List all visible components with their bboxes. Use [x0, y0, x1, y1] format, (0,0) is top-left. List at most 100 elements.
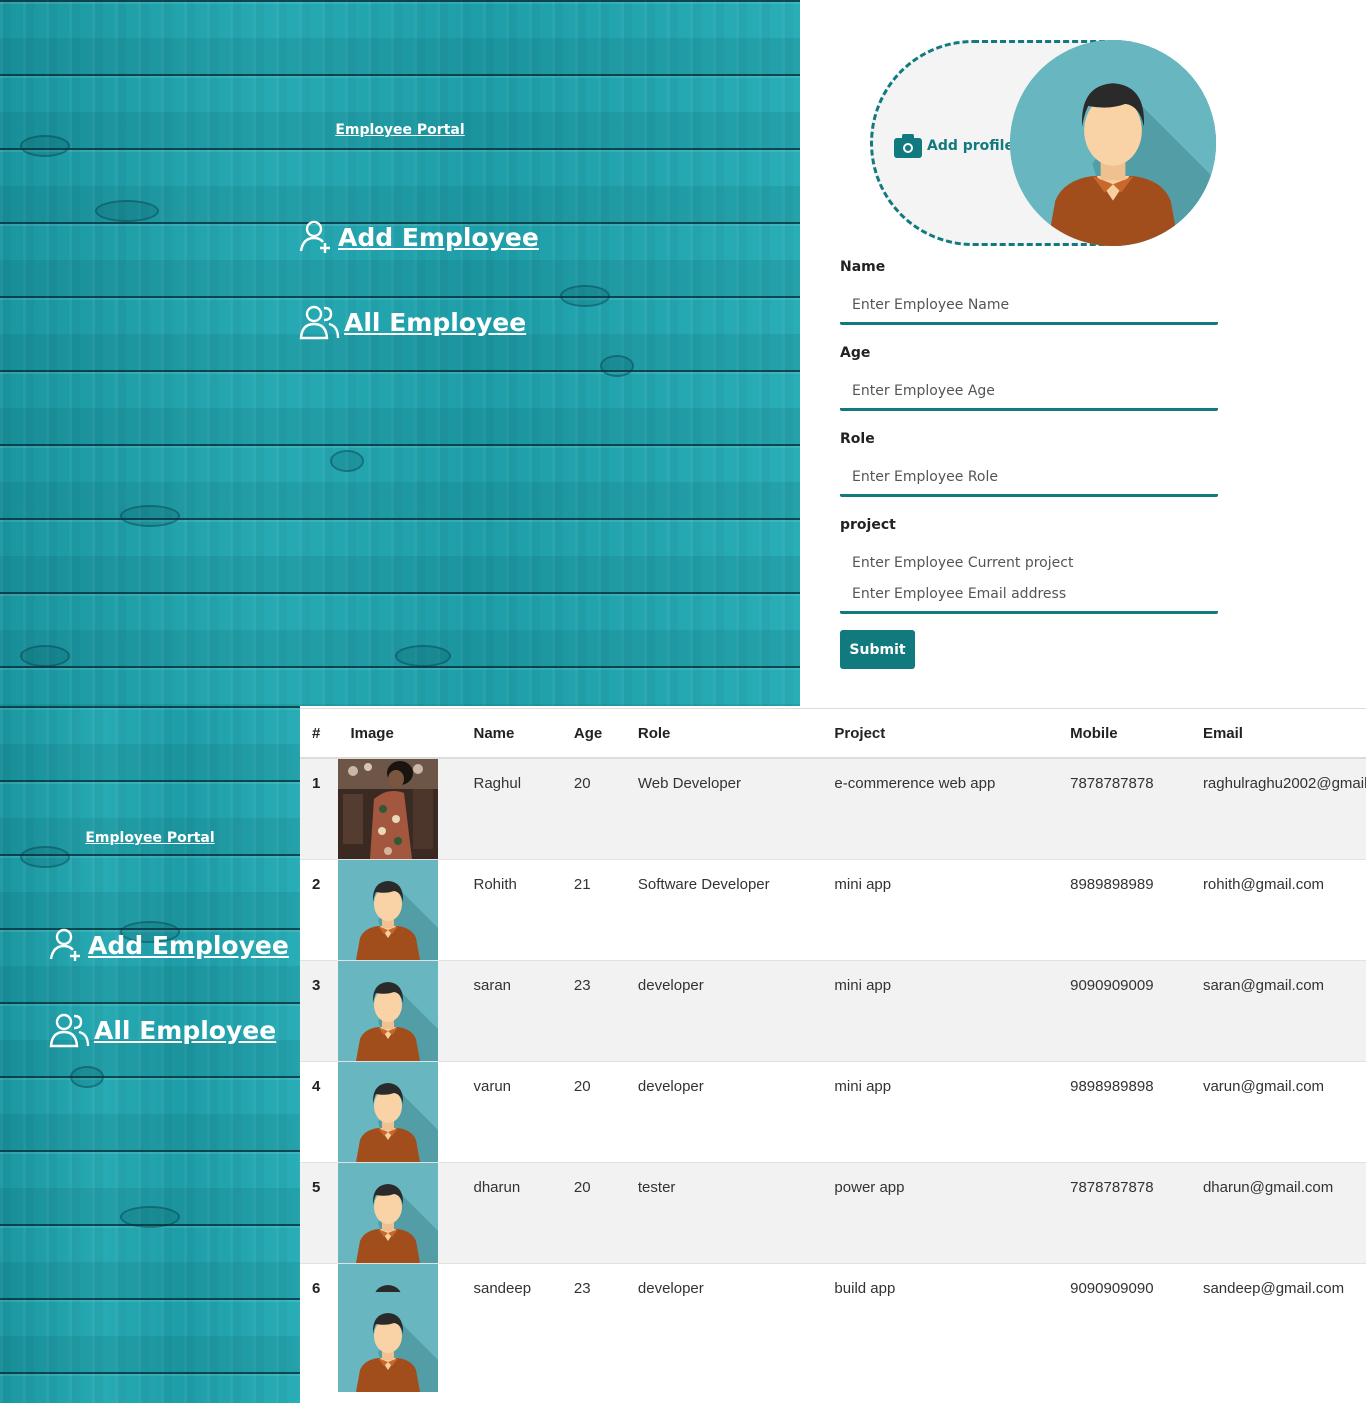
- row-role: tester: [625, 1162, 823, 1264]
- row-num: 3: [300, 960, 339, 1062]
- row-role: Web Developer: [625, 757, 823, 860]
- wood-knot: [600, 355, 634, 377]
- users-icon: [49, 1013, 90, 1048]
- add-profile-label: Add profile: [927, 138, 1014, 154]
- row-email: rohith@gmail.com: [1190, 859, 1366, 961]
- row-age: 20: [561, 757, 626, 860]
- row-name: varun: [461, 1061, 562, 1163]
- wood-knot: [20, 135, 70, 157]
- row-project: mini app: [822, 960, 1059, 1062]
- sidebar-item-all-employee[interactable]: All Employee: [48, 1010, 276, 1050]
- wood-knot: [120, 505, 180, 527]
- email-input[interactable]: [840, 576, 1218, 614]
- row-project: e-commerence web app: [822, 757, 1059, 860]
- col-header-name: Name: [461, 709, 562, 759]
- name-input[interactable]: [840, 287, 1218, 325]
- role-input[interactable]: [840, 459, 1218, 497]
- row-project: build app: [822, 1263, 1059, 1392]
- row-num: 1: [300, 757, 339, 860]
- project-label: project: [840, 517, 896, 533]
- col-header-mobile: Mobile: [1058, 709, 1191, 759]
- sidebar-item-all-employee[interactable]: All Employee: [298, 302, 526, 342]
- row-mobile: 9090909009: [1058, 960, 1191, 1062]
- row-name: Raghul: [461, 757, 562, 860]
- row-email: sandeep@gmail.com: [1190, 1263, 1366, 1392]
- row-age: 21: [561, 859, 626, 961]
- avatar: [338, 1062, 438, 1162]
- sidebar-item-add-employee[interactable]: Add Employee: [48, 926, 289, 964]
- row-image: [338, 859, 462, 961]
- camera-icon: [894, 134, 922, 158]
- row-mobile: 8989898989: [1058, 859, 1191, 961]
- sidebar-item-add-employee[interactable]: Add Employee: [298, 218, 539, 256]
- wood-knot: [560, 285, 610, 307]
- name-label: Name: [840, 259, 886, 275]
- table-row: 3 saran 23 developer mini app 9090909009…: [300, 960, 1366, 1062]
- row-age: 20: [561, 1061, 626, 1163]
- avatar: [338, 1163, 438, 1263]
- wood-knot: [330, 450, 364, 472]
- row-name: Rohith: [461, 859, 562, 961]
- row-image: [338, 960, 462, 1062]
- col-header-email: Email: [1190, 709, 1366, 759]
- row-name: sandeep: [461, 1263, 562, 1392]
- row-num: 2: [300, 859, 339, 961]
- table-row: 5 dharun 20 tester power app 7878787878 …: [300, 1162, 1366, 1264]
- wood-knot: [20, 846, 70, 868]
- employee-photo: [338, 759, 439, 859]
- project-input[interactable]: [840, 550, 1218, 576]
- profile-upload-area[interactable]: Add profile: [870, 40, 1216, 246]
- row-role: developer: [625, 960, 823, 1062]
- profile-avatar: [1010, 40, 1216, 246]
- row-name: dharun: [461, 1162, 562, 1264]
- age-label: Age: [840, 345, 871, 361]
- portal-link[interactable]: Employee Portal: [50, 830, 250, 846]
- role-label: Role: [840, 431, 875, 447]
- row-num: 6: [300, 1263, 339, 1392]
- row-project: mini app: [822, 1061, 1059, 1163]
- row-project: power app: [822, 1162, 1059, 1264]
- table-row: 2 Rohith 21 Software Developer mini app …: [300, 859, 1366, 961]
- row-image: [338, 1263, 462, 1392]
- row-role: developer: [625, 1263, 823, 1392]
- wood-knot: [95, 200, 159, 222]
- row-role: developer: [625, 1061, 823, 1163]
- avatar: [338, 1264, 439, 1392]
- row-mobile: 7878787878: [1058, 1162, 1191, 1264]
- submit-button[interactable]: Submit: [840, 630, 915, 669]
- row-age: 23: [561, 960, 626, 1062]
- sidebar-panel: Employee Portal Add Employee All Employe…: [0, 0, 800, 706]
- table-row: 4 varun 20 developer mini app 9898989898…: [300, 1061, 1366, 1163]
- row-email: saran@gmail.com: [1190, 960, 1366, 1062]
- row-email: varun@gmail.com: [1190, 1061, 1366, 1163]
- wood-knot: [70, 1066, 104, 1088]
- row-age: 20: [561, 1162, 626, 1264]
- table-row: 1 Raghul 20 Web Developer e-commerence w…: [300, 757, 1366, 860]
- add-user-icon: [299, 220, 330, 253]
- col-header-num: #: [300, 709, 339, 759]
- row-mobile: 9090909090: [1058, 1263, 1191, 1392]
- row-mobile: 9898989898: [1058, 1061, 1191, 1163]
- sidebar-panel-bottom: Employee Portal Add Employee All Employe…: [0, 706, 300, 1403]
- wood-knot: [120, 1206, 180, 1228]
- row-email: raghulraghu2002@gmail.com: [1190, 757, 1366, 860]
- row-name: saran: [461, 960, 562, 1062]
- users-icon: [299, 305, 340, 340]
- row-image: [338, 1061, 462, 1163]
- row-image: [338, 757, 462, 860]
- row-age: 23: [561, 1263, 626, 1392]
- col-header-role: Role: [625, 709, 823, 759]
- col-header-project: Project: [822, 709, 1059, 759]
- row-email: dharun@gmail.com: [1190, 1162, 1366, 1264]
- wood-knot: [20, 645, 70, 667]
- portal-link[interactable]: Employee Portal: [300, 122, 500, 138]
- sidebar-item-label: All Employee: [94, 1015, 277, 1045]
- row-mobile: 7878787878: [1058, 757, 1191, 860]
- sidebar-item-label: All Employee: [344, 307, 527, 337]
- age-input[interactable]: [840, 373, 1218, 411]
- employee-table: # Image Name Age Role Project Mobile Ema…: [300, 709, 1366, 1392]
- add-profile-button[interactable]: Add profile: [893, 133, 1014, 159]
- table-row: 6 sandeep 23 developer build app 9090909…: [300, 1263, 1366, 1392]
- wood-knot: [395, 645, 451, 667]
- avatar: [338, 961, 438, 1061]
